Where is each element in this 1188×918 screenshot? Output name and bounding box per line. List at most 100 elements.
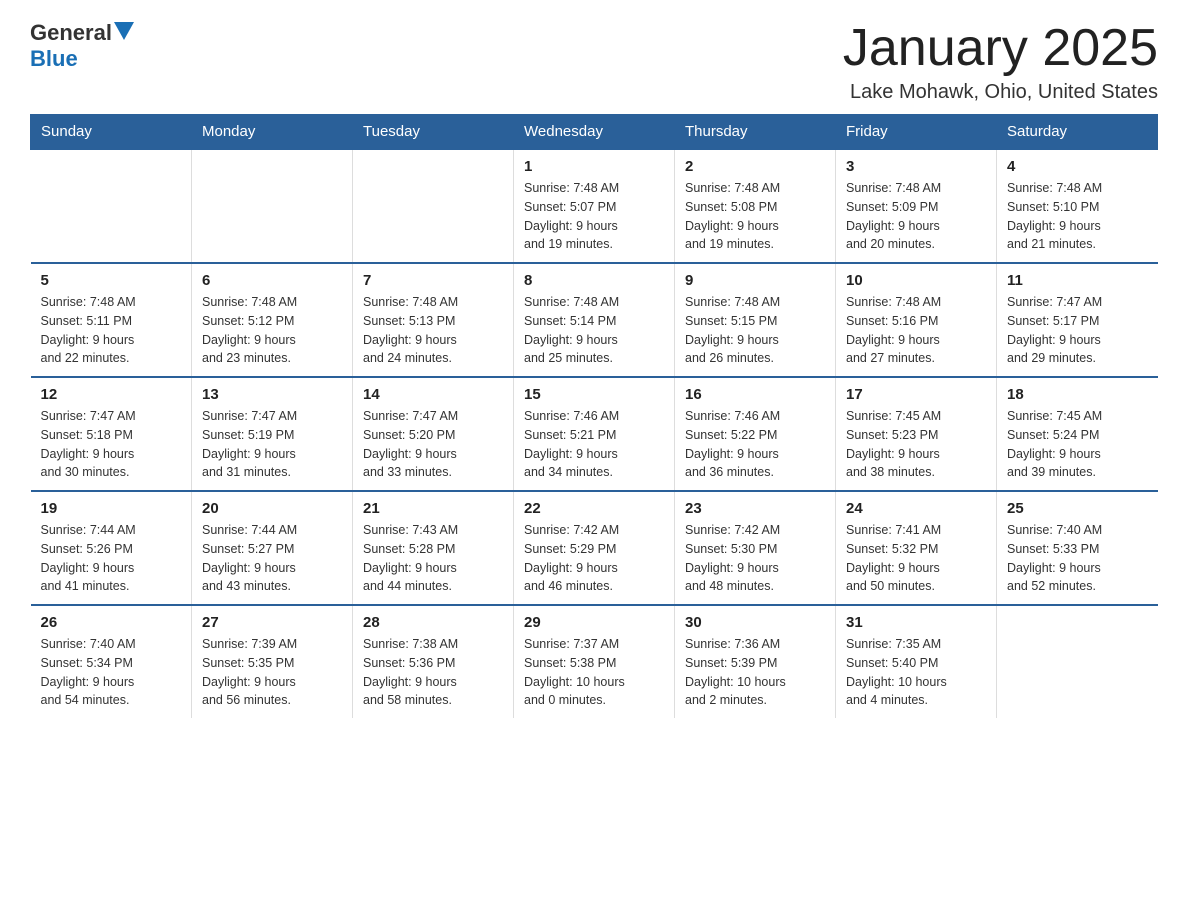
day-info: Sunrise: 7:45 AM Sunset: 5:24 PM Dayligh…: [1007, 407, 1148, 482]
calendar-cell: 18 Sunrise: 7:45 AM Sunset: 5:24 PM Dayli…: [997, 377, 1158, 491]
calendar-cell: 1 Sunrise: 7:48 AM Sunset: 5:07 PM Daylig…: [514, 149, 675, 263]
day-number: 18: [1007, 386, 1148, 403]
calendar-week-2: 5Sunrise: 7:48 AM Sunset: 5:11 PM Daylig…: [31, 263, 1158, 377]
calendar-cell: 26Sunrise: 7:40 AM Sunset: 5:34 PM Dayli…: [31, 605, 192, 718]
calendar-cell: 15 Sunrise: 7:46 AM Sunset: 5:21 PM Dayli…: [514, 377, 675, 491]
day-info: Sunrise: 7:47 AM Sunset: 5:17 PM Dayligh…: [1007, 293, 1148, 368]
day-info: Sunrise: 7:48 AM Sunset: 5:10 PM Dayligh…: [1007, 179, 1148, 254]
day-info: Sunrise: 7:40 AM Sunset: 5:34 PM Dayligh…: [41, 635, 182, 710]
day-info: Sunrise: 7:36 AM Sunset: 5:39 PM Dayligh…: [685, 635, 825, 710]
day-info: Sunrise: 7:48 AM Sunset: 5:16 PM Dayligh…: [846, 293, 986, 368]
calendar-cell: [353, 149, 514, 263]
day-number: 17: [846, 386, 986, 403]
day-info: Sunrise: 7:48 AM Sunset: 5:13 PM Dayligh…: [363, 293, 503, 368]
calendar-cell: 17 Sunrise: 7:45 AM Sunset: 5:23 PM Dayli…: [836, 377, 997, 491]
calendar-week-5: 26Sunrise: 7:40 AM Sunset: 5:34 PM Dayli…: [31, 605, 1158, 718]
calendar-cell: 22Sunrise: 7:42 AM Sunset: 5:29 PM Dayli…: [514, 491, 675, 605]
header-day-sunday: Sunday: [31, 115, 192, 150]
calendar-cell: 12 Sunrise: 7:47 AM Sunset: 5:18 PM Dayli…: [31, 377, 192, 491]
calendar-subtitle: Lake Mohawk, Ohio, United States: [843, 81, 1158, 104]
page-header: General Blue January 2025 Lake Mohawk, O…: [30, 20, 1158, 104]
day-number: 16: [685, 386, 825, 403]
day-number: 1: [524, 158, 664, 175]
calendar-cell: [31, 149, 192, 263]
calendar-cell: 21Sunrise: 7:43 AM Sunset: 5:28 PM Dayli…: [353, 491, 514, 605]
calendar-week-3: 12 Sunrise: 7:47 AM Sunset: 5:18 PM Dayli…: [31, 377, 1158, 491]
header-day-friday: Friday: [836, 115, 997, 150]
day-number: 13: [202, 386, 342, 403]
day-info: Sunrise: 7:47 AM Sunset: 5:19 PM Dayligh…: [202, 407, 342, 482]
title-section: January 2025 Lake Mohawk, Ohio, United S…: [843, 20, 1158, 104]
day-info: Sunrise: 7:39 AM Sunset: 5:35 PM Dayligh…: [202, 635, 342, 710]
calendar-week-4: 19 Sunrise: 7:44 AM Sunset: 5:26 PM Dayli…: [31, 491, 1158, 605]
day-info: Sunrise: 7:48 AM Sunset: 5:07 PM Dayligh…: [524, 179, 664, 254]
day-number: 29: [524, 614, 664, 631]
calendar-title: January 2025: [843, 20, 1158, 77]
calendar-cell: 27 Sunrise: 7:39 AM Sunset: 5:35 PM Dayli…: [192, 605, 353, 718]
day-number: 22: [524, 500, 664, 517]
day-info: Sunrise: 7:37 AM Sunset: 5:38 PM Dayligh…: [524, 635, 664, 710]
day-number: 27: [202, 614, 342, 631]
day-number: 4: [1007, 158, 1148, 175]
calendar-cell: 4 Sunrise: 7:48 AM Sunset: 5:10 PM Daylig…: [997, 149, 1158, 263]
calendar-cell: 20 Sunrise: 7:44 AM Sunset: 5:27 PM Dayli…: [192, 491, 353, 605]
day-number: 15: [524, 386, 664, 403]
day-number: 9: [685, 272, 825, 289]
day-number: 2: [685, 158, 825, 175]
day-info: Sunrise: 7:48 AM Sunset: 5:09 PM Dayligh…: [846, 179, 986, 254]
day-info: Sunrise: 7:48 AM Sunset: 5:15 PM Dayligh…: [685, 293, 825, 368]
calendar-cell: 29 Sunrise: 7:37 AM Sunset: 5:38 PM Dayli…: [514, 605, 675, 718]
day-number: 11: [1007, 272, 1148, 289]
calendar-week-1: 1 Sunrise: 7:48 AM Sunset: 5:07 PM Daylig…: [31, 149, 1158, 263]
day-number: 19: [41, 500, 182, 517]
day-number: 30: [685, 614, 825, 631]
header-day-monday: Monday: [192, 115, 353, 150]
day-info: Sunrise: 7:44 AM Sunset: 5:26 PM Dayligh…: [41, 521, 182, 596]
day-info: Sunrise: 7:40 AM Sunset: 5:33 PM Dayligh…: [1007, 521, 1148, 596]
logo-blue: Blue: [30, 46, 78, 72]
calendar-cell: 11 Sunrise: 7:47 AM Sunset: 5:17 PM Dayli…: [997, 263, 1158, 377]
day-number: 23: [685, 500, 825, 517]
day-number: 12: [41, 386, 182, 403]
day-info: Sunrise: 7:43 AM Sunset: 5:28 PM Dayligh…: [363, 521, 503, 596]
logo-general: General: [30, 20, 112, 46]
day-number: 10: [846, 272, 986, 289]
day-info: Sunrise: 7:38 AM Sunset: 5:36 PM Dayligh…: [363, 635, 503, 710]
calendar-cell: 6 Sunrise: 7:48 AM Sunset: 5:12 PM Daylig…: [192, 263, 353, 377]
calendar-cell: 19 Sunrise: 7:44 AM Sunset: 5:26 PM Dayli…: [31, 491, 192, 605]
calendar-cell: 8Sunrise: 7:48 AM Sunset: 5:14 PM Daylig…: [514, 263, 675, 377]
header-day-thursday: Thursday: [675, 115, 836, 150]
day-number: 8: [524, 272, 664, 289]
day-info: Sunrise: 7:42 AM Sunset: 5:30 PM Dayligh…: [685, 521, 825, 596]
day-number: 3: [846, 158, 986, 175]
calendar-body: 1 Sunrise: 7:48 AM Sunset: 5:07 PM Daylig…: [31, 149, 1158, 718]
calendar-table: SundayMondayTuesdayWednesdayThursdayFrid…: [30, 114, 1158, 718]
calendar-cell: 9 Sunrise: 7:48 AM Sunset: 5:15 PM Daylig…: [675, 263, 836, 377]
calendar-cell: 7 Sunrise: 7:48 AM Sunset: 5:13 PM Daylig…: [353, 263, 514, 377]
calendar-cell: 3 Sunrise: 7:48 AM Sunset: 5:09 PM Daylig…: [836, 149, 997, 263]
day-number: 25: [1007, 500, 1148, 517]
calendar-header: SundayMondayTuesdayWednesdayThursdayFrid…: [31, 115, 1158, 150]
day-number: 31: [846, 614, 986, 631]
calendar-cell: 5Sunrise: 7:48 AM Sunset: 5:11 PM Daylig…: [31, 263, 192, 377]
calendar-cell: [997, 605, 1158, 718]
day-info: Sunrise: 7:44 AM Sunset: 5:27 PM Dayligh…: [202, 521, 342, 596]
calendar-cell: [192, 149, 353, 263]
calendar-cell: 10 Sunrise: 7:48 AM Sunset: 5:16 PM Dayli…: [836, 263, 997, 377]
day-info: Sunrise: 7:46 AM Sunset: 5:21 PM Dayligh…: [524, 407, 664, 482]
header-row: SundayMondayTuesdayWednesdayThursdayFrid…: [31, 115, 1158, 150]
day-info: Sunrise: 7:45 AM Sunset: 5:23 PM Dayligh…: [846, 407, 986, 482]
calendar-cell: 25 Sunrise: 7:40 AM Sunset: 5:33 PM Dayli…: [997, 491, 1158, 605]
day-number: 7: [363, 272, 503, 289]
header-day-saturday: Saturday: [997, 115, 1158, 150]
day-number: 20: [202, 500, 342, 517]
calendar-cell: 23 Sunrise: 7:42 AM Sunset: 5:30 PM Dayli…: [675, 491, 836, 605]
calendar-cell: 24Sunrise: 7:41 AM Sunset: 5:32 PM Dayli…: [836, 491, 997, 605]
calendar-cell: 16Sunrise: 7:46 AM Sunset: 5:22 PM Dayli…: [675, 377, 836, 491]
day-number: 6: [202, 272, 342, 289]
day-info: Sunrise: 7:47 AM Sunset: 5:18 PM Dayligh…: [41, 407, 182, 482]
header-day-wednesday: Wednesday: [514, 115, 675, 150]
day-info: Sunrise: 7:35 AM Sunset: 5:40 PM Dayligh…: [846, 635, 986, 710]
day-info: Sunrise: 7:48 AM Sunset: 5:12 PM Dayligh…: [202, 293, 342, 368]
day-number: 5: [41, 272, 182, 289]
